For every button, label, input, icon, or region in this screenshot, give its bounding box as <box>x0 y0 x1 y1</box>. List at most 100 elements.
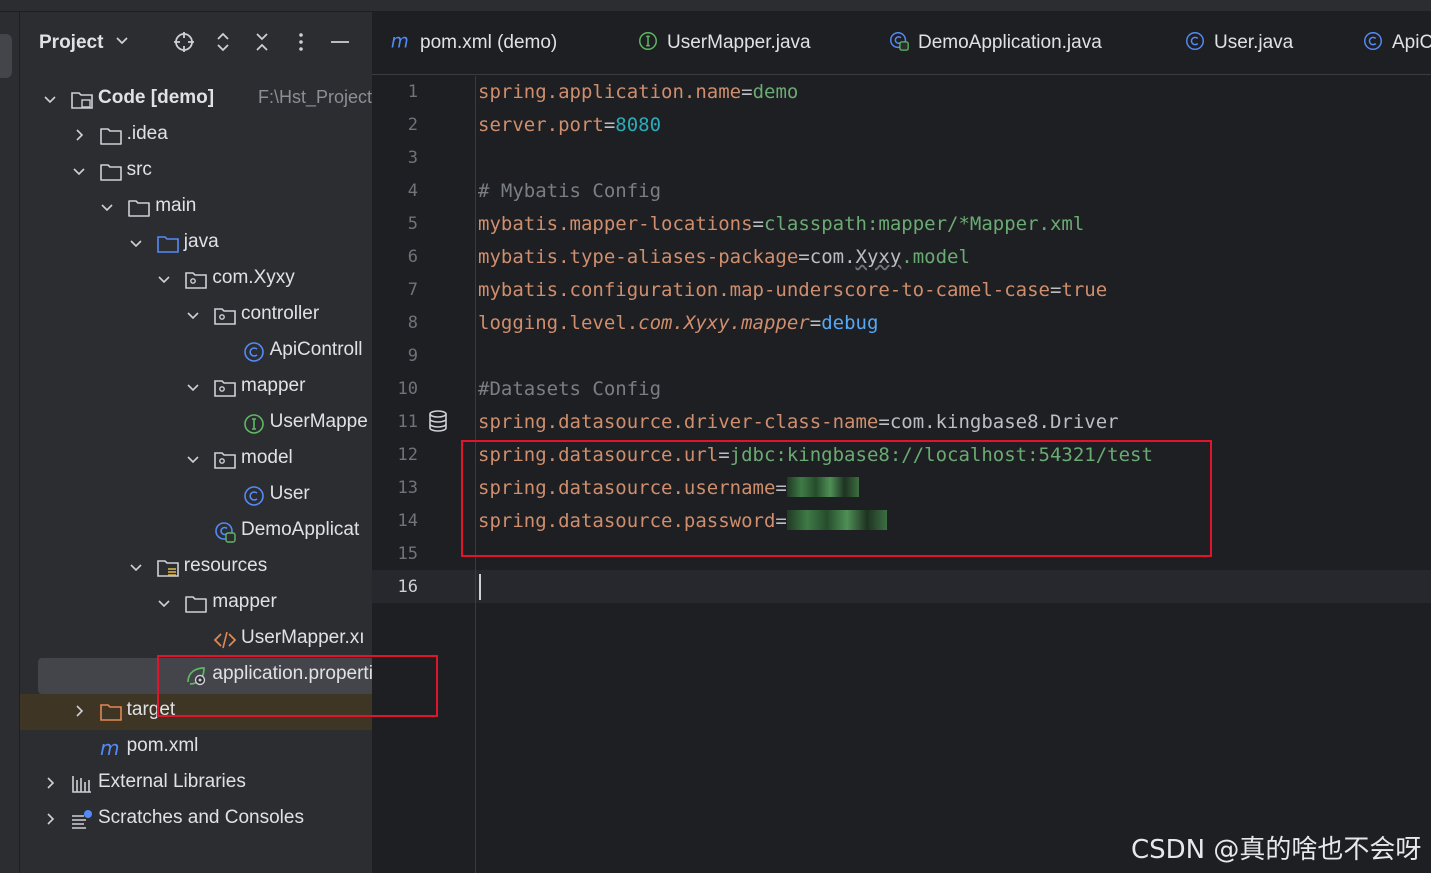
tree-item[interactable]: m pom.xml <box>20 730 372 766</box>
excluded-folder-icon <box>99 700 123 724</box>
chevron-down-icon[interactable] <box>128 235 144 251</box>
line-number: 1 <box>407 82 418 102</box>
collapse-all-icon[interactable] <box>249 30 275 56</box>
line-number: 2 <box>407 115 418 135</box>
tree-item[interactable]: java <box>20 226 372 262</box>
chevron-right-icon[interactable] <box>71 703 87 719</box>
chevron-down-icon[interactable] <box>185 451 201 467</box>
tree-item[interactable]: main <box>20 190 372 226</box>
editor-tab-label: User.java <box>1214 32 1294 53</box>
chevron-down-icon[interactable] <box>156 271 172 287</box>
expand-all-icon[interactable] <box>210 30 236 56</box>
editor-tab-label: pom.xml (demo) <box>420 32 558 53</box>
maven-icon: m <box>390 30 412 52</box>
tree-item[interactable]: mapper <box>20 586 372 622</box>
project-view-dropdown[interactable]: Project <box>39 32 129 54</box>
resources-folder-icon <box>156 556 180 580</box>
package-icon <box>213 304 237 328</box>
tree-item-label: java <box>183 231 219 252</box>
tree-item[interactable]: resources <box>20 550 372 586</box>
text-caret <box>479 574 481 600</box>
tree-item[interactable]: Scratches and Consoles <box>20 802 372 838</box>
tool-window-strip <box>0 12 20 873</box>
chevron-right-icon[interactable] <box>71 127 87 143</box>
tree-item-label: .idea <box>126 123 168 144</box>
chevron-down-icon[interactable] <box>156 595 172 611</box>
package-icon <box>213 448 237 472</box>
tree-item[interactable]: model <box>20 442 372 478</box>
project-panel-header: Project <box>20 12 372 76</box>
editor-tab[interactable]: UserMapper.java <box>637 30 811 58</box>
database-icon[interactable] <box>428 410 450 434</box>
class-icon <box>1362 30 1384 52</box>
svg-text:m: m <box>391 31 409 52</box>
xml-file-icon <box>213 628 237 652</box>
editor-tab-label: ApiC <box>1392 32 1431 53</box>
tree-item[interactable]: com.Xyxy <box>20 262 372 298</box>
class-icon <box>242 340 266 364</box>
tree-item-label: resources <box>183 555 268 576</box>
line-number: 9 <box>407 346 418 366</box>
module-path: F:\Hst_Project\I <box>258 87 372 107</box>
editor-tabs: m pom.xml (demo) UserMapper.java DemoApplic… <box>372 12 1431 75</box>
chevron-down-icon[interactable] <box>71 163 87 179</box>
chevron-down-icon[interactable] <box>185 307 201 323</box>
tree-item-label: UserMapper.xı <box>241 627 365 648</box>
tree-item[interactable]: ApiControll <box>20 334 372 370</box>
editor-tab[interactable]: ApiC <box>1362 30 1431 58</box>
chevron-right-icon[interactable] <box>42 775 58 791</box>
tree-item[interactable]: DemoApplicat <box>20 514 372 550</box>
tree-item-label: src <box>126 159 152 180</box>
tree-item[interactable]: .idea <box>20 118 372 154</box>
editor-tab[interactable]: DemoApplication.java <box>888 30 1102 58</box>
class-icon <box>1184 30 1206 52</box>
tree-item[interactable]: External Libraries <box>20 766 372 802</box>
tree-item[interactable]: Code [demo] F:\Hst_Project\I <box>20 82 372 118</box>
chevron-down-icon[interactable] <box>128 559 144 575</box>
chevron-down-icon <box>116 37 128 45</box>
scratches-icon <box>70 808 94 832</box>
code-line: server.port=8080 <box>478 114 662 136</box>
crosshair-icon[interactable] <box>171 30 197 56</box>
more-options-icon[interactable] <box>288 30 314 56</box>
line-number: 5 <box>407 214 418 234</box>
package-icon <box>184 268 208 292</box>
tree-item-label: Code [demo] <box>98 87 215 108</box>
editor-tab[interactable]: User.java <box>1184 30 1293 58</box>
line-number: 7 <box>407 280 418 300</box>
tree-item[interactable]: User <box>20 478 372 514</box>
minimize-icon[interactable] <box>327 30 353 56</box>
project-panel: Project Code [demo] F:\Hst_Project\I .idea… <box>20 12 372 873</box>
editor-tab[interactable]: m pom.xml (demo) <box>390 30 557 58</box>
source-folder-icon <box>156 232 180 256</box>
editor-tab-label: UserMapper.java <box>667 32 811 53</box>
chevron-down-icon[interactable] <box>185 379 201 395</box>
chevron-down-icon[interactable] <box>42 91 58 107</box>
tree-item[interactable]: src <box>20 154 372 190</box>
tree-item-label: UserMappe <box>269 411 368 432</box>
line-number: 3 <box>407 148 418 168</box>
tree-item-label: pom.xml <box>126 735 199 756</box>
tree-item[interactable]: UserMappe <box>20 406 372 442</box>
code-line: # Mybatis Config <box>478 180 662 202</box>
chevron-right-icon[interactable] <box>42 811 58 827</box>
folder-icon <box>184 592 208 616</box>
tree-item-label: controller <box>241 303 320 324</box>
folder-icon <box>99 160 123 184</box>
code-line: mybatis.configuration.map-underscore-to-… <box>478 279 1108 301</box>
chevron-down-icon[interactable] <box>99 199 115 215</box>
tree-item[interactable]: UserMapper.xı <box>20 622 372 658</box>
code-line: spring.datasource.driver-class-name=com.… <box>478 411 1119 433</box>
project-tool-window-button[interactable] <box>0 34 12 78</box>
watermark: CSDN @真的啥也不会呀 <box>1131 835 1422 865</box>
interface-icon <box>637 30 659 52</box>
tree-item-label: Scratches and Consoles <box>98 807 304 828</box>
line-number: 11 <box>397 412 418 432</box>
spring-boot-class-icon <box>213 520 237 544</box>
title-bar <box>0 0 1431 12</box>
panel-title: Project <box>39 32 104 53</box>
tree-item[interactable]: mapper <box>20 370 372 406</box>
tree-item-label: User <box>269 483 310 504</box>
folder-icon <box>99 124 123 148</box>
tree-item[interactable]: controller <box>20 298 372 334</box>
